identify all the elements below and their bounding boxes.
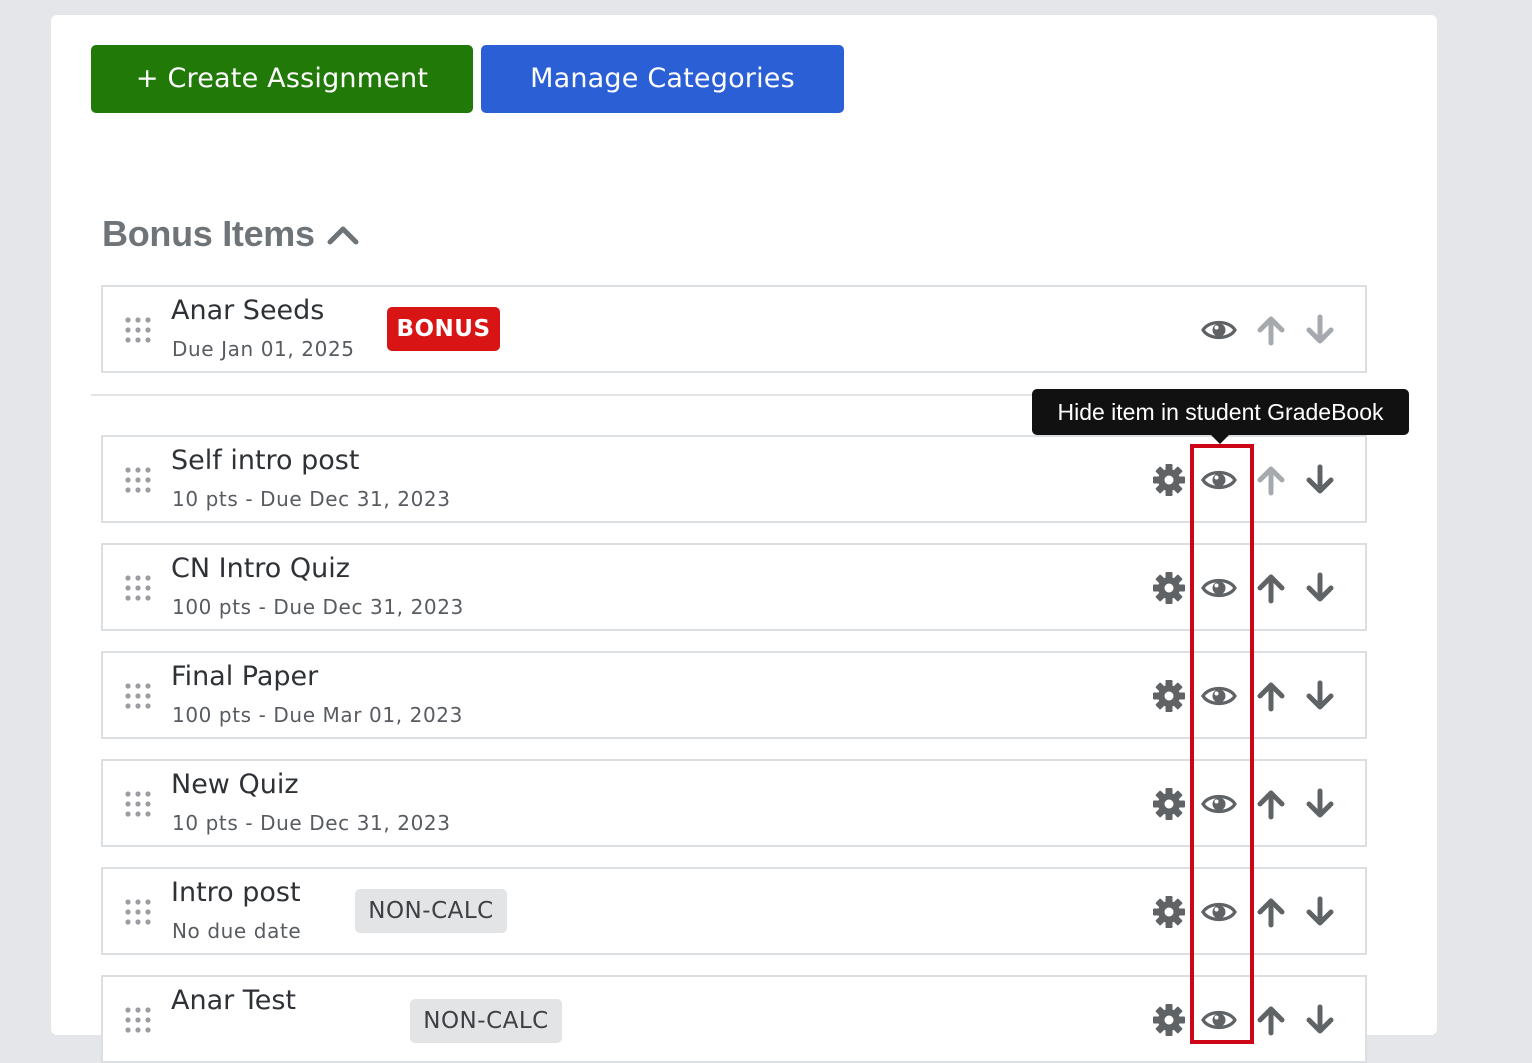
arrow-down-icon[interactable] (1302, 312, 1338, 348)
item-title[interactable]: Anar Seeds (171, 295, 324, 326)
create-assignment-button[interactable]: + Create Assignment (91, 45, 473, 113)
arrow-up-icon[interactable] (1253, 570, 1289, 606)
assignments-panel: + Create Assignment Manage Categories Bo… (51, 15, 1437, 1063)
gear-icon[interactable] (1151, 786, 1187, 822)
arrow-down-icon[interactable] (1302, 678, 1338, 714)
arrow-down-icon[interactable] (1302, 462, 1338, 498)
gear-icon[interactable] (1151, 462, 1187, 498)
eye-icon[interactable] (1201, 786, 1237, 822)
gear-icon[interactable] (1151, 678, 1187, 714)
item-meta: No due date (172, 919, 302, 943)
eye-icon[interactable] (1201, 570, 1237, 606)
item-meta: 10 pts - Due Dec 31, 2023 (172, 811, 451, 835)
arrow-up-icon (1253, 462, 1289, 498)
drag-handle-icon[interactable] (124, 573, 152, 603)
drag-handle-icon[interactable] (124, 1005, 152, 1035)
item-title[interactable]: CN Intro Quiz (171, 553, 350, 584)
item-title[interactable]: Intro post (171, 877, 301, 908)
hide-item-tooltip: Hide item in student GradeBook (1032, 389, 1409, 444)
item-meta: 100 pts - Due Mar 01, 2023 (172, 703, 463, 727)
assignment-row: Self intro post 10 pts - Due Dec 31, 202… (101, 435, 1367, 523)
item-due-date: Due Jan 01, 2025 (172, 337, 355, 361)
bonus-item-row: Anar Seeds Due Jan 01, 2025 BONUS (101, 285, 1367, 373)
arrow-down-icon[interactable] (1302, 786, 1338, 822)
item-title[interactable]: Final Paper (171, 661, 318, 692)
item-meta: 100 pts - Due Dec 31, 2023 (172, 595, 464, 619)
arrow-up-icon[interactable] (1253, 678, 1289, 714)
arrow-up-icon[interactable] (1253, 1002, 1289, 1038)
eye-icon[interactable] (1201, 894, 1237, 930)
eye-icon[interactable] (1201, 312, 1237, 348)
arrow-up-icon[interactable] (1253, 312, 1289, 348)
eye-icon[interactable] (1201, 462, 1237, 498)
arrow-down-icon[interactable] (1302, 1002, 1338, 1038)
bonus-badge: BONUS (387, 307, 500, 351)
non-calc-badge: NON-CALC (355, 889, 507, 933)
manage-categories-button[interactable]: Manage Categories (481, 45, 844, 113)
drag-handle-icon[interactable] (124, 681, 152, 711)
gear-icon[interactable] (1151, 1002, 1187, 1038)
assignment-row: CN Intro Quiz 100 pts - Due Dec 31, 2023 (101, 543, 1367, 631)
drag-handle-icon[interactable] (124, 789, 152, 819)
eye-icon[interactable] (1201, 678, 1237, 714)
arrow-down-icon[interactable] (1302, 894, 1338, 930)
item-title[interactable]: New Quiz (171, 769, 299, 800)
assignment-row: Intro post No due date NON-CALC (101, 867, 1367, 955)
chevron-up-icon (327, 226, 359, 245)
assignment-row: Anar Test NON-CALC (101, 975, 1367, 1063)
gear-icon[interactable] (1151, 570, 1187, 606)
arrow-up-icon[interactable] (1253, 894, 1289, 930)
item-title[interactable]: Anar Test (171, 985, 296, 1016)
arrow-up-icon[interactable] (1253, 786, 1289, 822)
drag-handle-icon[interactable] (124, 315, 152, 345)
assignment-row: Final Paper 100 pts - Due Mar 01, 2023 (101, 651, 1367, 739)
arrow-down-icon[interactable] (1302, 570, 1338, 606)
section-title: Bonus Items (102, 213, 315, 254)
item-title[interactable]: Self intro post (171, 445, 359, 476)
section-toggle-bonus-items[interactable]: Bonus Items (102, 213, 359, 255)
eye-icon[interactable] (1201, 1002, 1237, 1038)
drag-handle-icon[interactable] (124, 897, 152, 927)
item-meta: 10 pts - Due Dec 31, 2023 (172, 487, 451, 511)
drag-handle-icon[interactable] (124, 465, 152, 495)
non-calc-badge: NON-CALC (410, 999, 562, 1043)
assignment-row: New Quiz 10 pts - Due Dec 31, 2023 (101, 759, 1367, 847)
gear-icon[interactable] (1151, 894, 1187, 930)
